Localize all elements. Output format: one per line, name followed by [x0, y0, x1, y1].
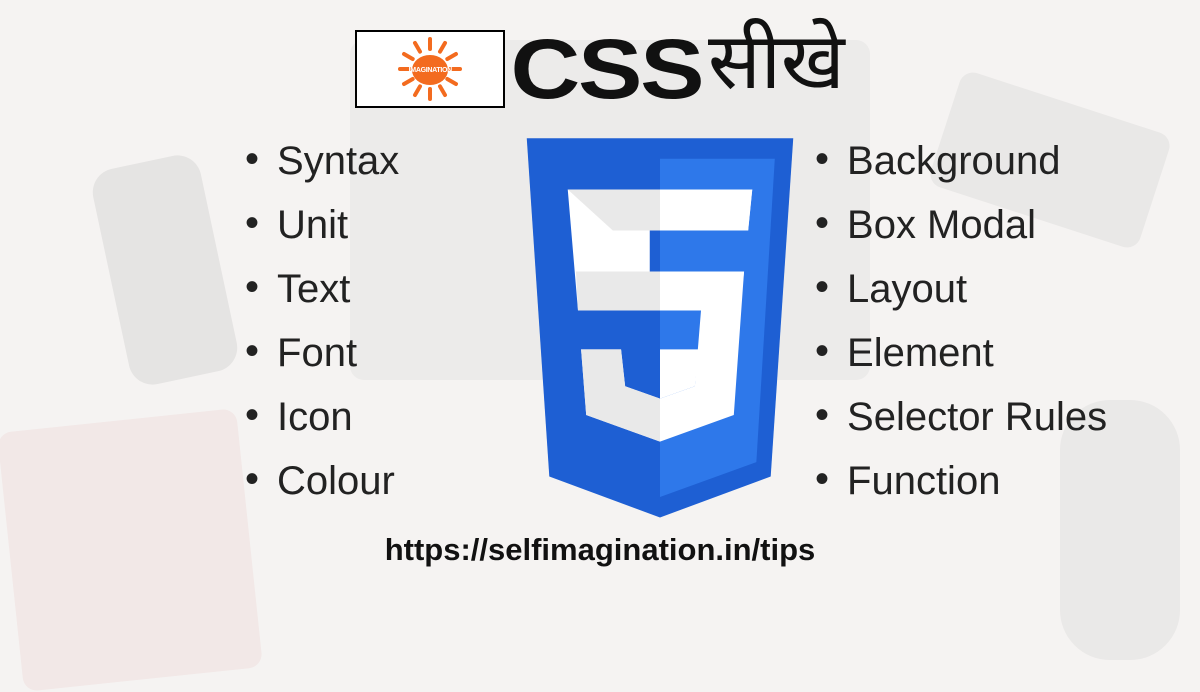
list-item: Font	[245, 320, 505, 384]
imagination-logo-icon: IMAGINATION	[400, 39, 460, 99]
header: IMAGINATION CSS सीखे	[355, 18, 844, 120]
list-item: Box Modal	[815, 192, 1145, 256]
list-item: Text	[245, 256, 505, 320]
list-item: Function	[815, 448, 1145, 512]
topic-list-right: Background Box Modal Layout Element Sele…	[815, 128, 1145, 512]
list-item: Icon	[245, 384, 505, 448]
logo-text: IMAGINATION	[409, 67, 452, 74]
page-container: IMAGINATION CSS सीखे Syntax Unit Text Fo…	[0, 0, 1200, 675]
list-item: Colour	[245, 448, 505, 512]
list-item: Element	[815, 320, 1145, 384]
footer-url: https://selfimagination.in/tips	[385, 532, 816, 568]
css3-shield-icon	[495, 128, 825, 538]
title-css: CSS	[511, 21, 703, 118]
topic-list-left: Syntax Unit Text Font Icon Colour	[245, 128, 505, 512]
main-content: Syntax Unit Text Font Icon Colour	[0, 128, 1200, 538]
list-item: Background	[815, 128, 1145, 192]
list-item: Selector Rules	[815, 384, 1145, 448]
list-item: Layout	[815, 256, 1145, 320]
list-item: Syntax	[245, 128, 505, 192]
logo-box: IMAGINATION	[355, 30, 505, 108]
title-hindi: सीखे	[708, 18, 845, 120]
list-item: Unit	[245, 192, 505, 256]
